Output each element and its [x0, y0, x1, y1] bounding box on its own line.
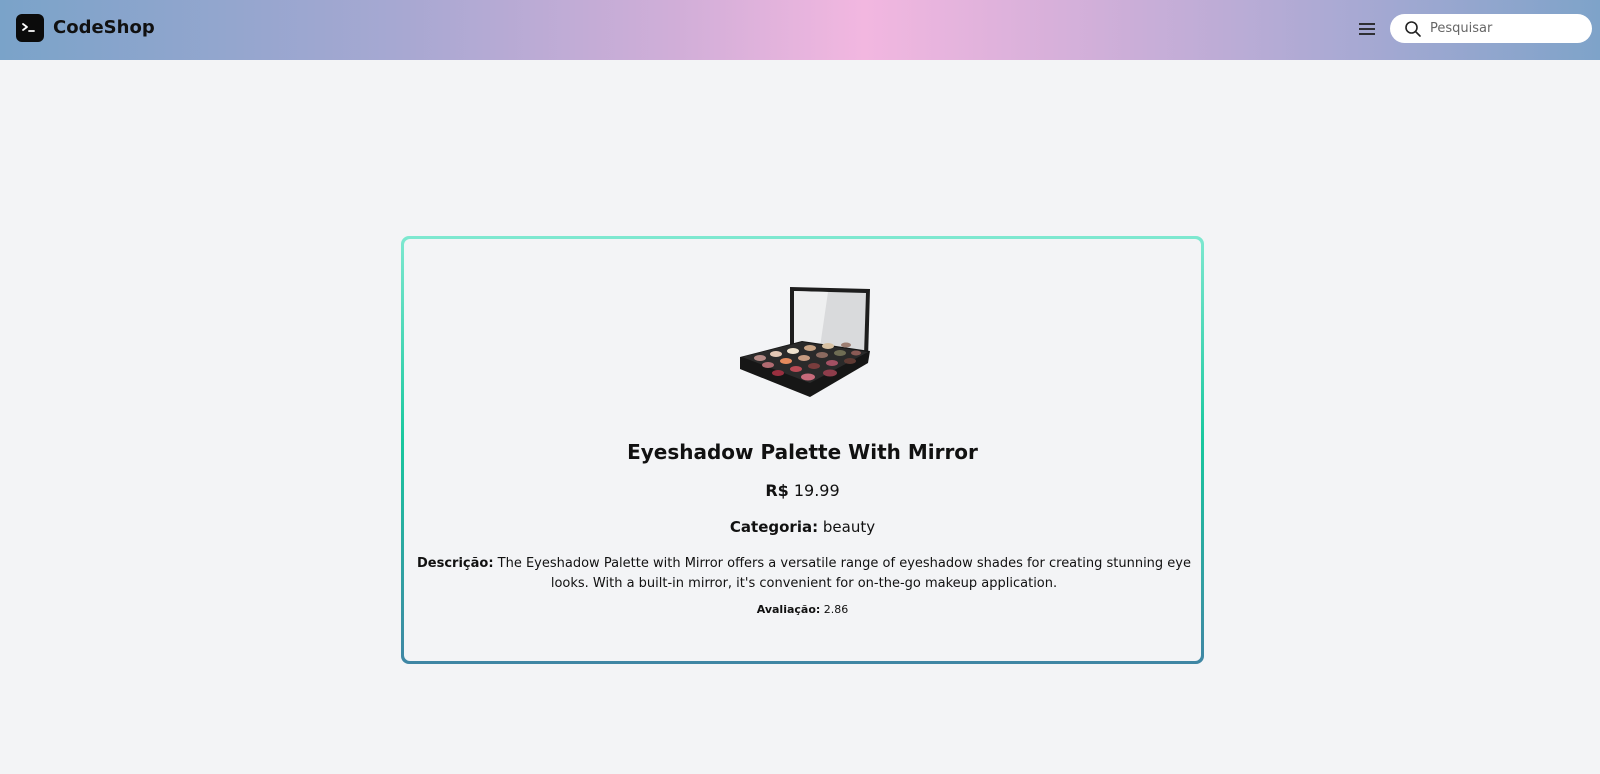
top-navbar: CodeShop [0, 0, 1600, 60]
product-description: Descrição: The Eyeshadow Palette with Mi… [414, 554, 1194, 594]
description-value: The Eyeshadow Palette with Mirror offers… [497, 556, 1191, 591]
product-title: Eyeshadow Palette With Mirror [627, 440, 978, 464]
category-value: beauty [822, 518, 876, 536]
search-input[interactable] [1430, 18, 1580, 39]
category-label: Categoria: [729, 518, 819, 536]
description-label: Descrição: [416, 556, 494, 571]
brand-name[interactable]: CodeShop [53, 17, 155, 38]
product-card-border: Eyeshadow Palette With Mirror R$ 19.99 C… [401, 236, 1204, 664]
product-card: Eyeshadow Palette With Mirror R$ 19.99 C… [404, 239, 1201, 661]
rating-value: 2.86 [823, 603, 849, 616]
price-value: 19.99 [793, 481, 840, 500]
price-label: R$ [765, 481, 789, 500]
rating-label: Avaliação: [756, 603, 821, 616]
hamburger-menu-icon[interactable] [1357, 19, 1377, 39]
search-icon[interactable] [1404, 20, 1422, 38]
product-category: Categoria: beauty [404, 518, 1201, 536]
terminal-icon[interactable] [16, 14, 44, 42]
eyeshadow-palette-image [740, 287, 870, 397]
product-rating: Avaliação: 2.86 [404, 603, 1201, 616]
search-bar [1390, 14, 1592, 43]
product-price: R$ 19.99 [404, 481, 1201, 500]
